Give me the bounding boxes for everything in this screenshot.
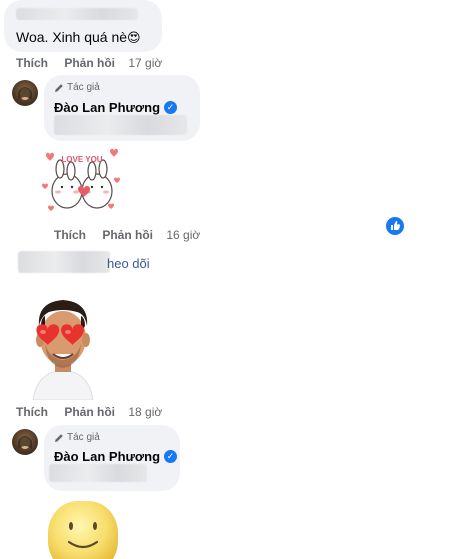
smiley-face-image bbox=[48, 501, 118, 559]
author-avatar[interactable] bbox=[12, 429, 38, 455]
comment-text-content: Woa. Xinh quá nè bbox=[16, 29, 128, 45]
reply-button[interactable]: Phản hồi bbox=[64, 405, 115, 419]
comment-actions: Thích Phản hồi 17 giờ bbox=[16, 56, 162, 70]
comment2-actions: Thích Phản hồi 18 giờ bbox=[16, 405, 162, 419]
verified-badge-icon: ✓ bbox=[164, 101, 178, 114]
author-name-label[interactable]: Đào Lan Phương bbox=[54, 449, 160, 464]
avatar-portrait bbox=[18, 87, 32, 100]
author-avatar[interactable] bbox=[12, 80, 38, 106]
like-button[interactable]: Thích bbox=[16, 56, 48, 70]
heart-eyes-emoji: 😍 bbox=[127, 30, 141, 45]
pencil-icon bbox=[55, 433, 63, 442]
sticker-text: LOVE YOU bbox=[61, 155, 102, 164]
author-tag: Tác giả bbox=[54, 82, 100, 93]
author-tag-label: Tác giả bbox=[67, 82, 100, 93]
author-tag-label: Tác giả bbox=[67, 432, 100, 443]
blurred-commenter-name bbox=[16, 8, 138, 20]
blurred-commenter-text bbox=[18, 251, 110, 273]
memoji-heart-glasses-image bbox=[32, 300, 94, 401]
reply-actions: Thích Phản hồi 16 giờ bbox=[54, 228, 200, 242]
follow-link[interactable]: heo dõi bbox=[107, 256, 150, 271]
like-button[interactable]: Thích bbox=[54, 228, 86, 242]
avatar-portrait bbox=[18, 436, 32, 449]
reply-button[interactable]: Phản hồi bbox=[102, 228, 153, 242]
bunnies-sticker-image: LOVE YOU bbox=[42, 148, 120, 211]
follow-link-label[interactable]: heo dõi bbox=[107, 256, 150, 271]
reply-button[interactable]: Phản hồi bbox=[64, 56, 115, 70]
smiley-sticker[interactable] bbox=[45, 498, 121, 559]
author-tag: Tác giả bbox=[54, 432, 100, 443]
timestamp[interactable]: 16 giờ bbox=[166, 228, 200, 242]
timestamp[interactable]: 18 giờ bbox=[128, 405, 162, 419]
like-button[interactable]: Thích bbox=[16, 405, 48, 419]
like-reaction-icon[interactable] bbox=[386, 217, 404, 235]
thumbs-up-icon bbox=[391, 221, 401, 230]
blurred-reply-text bbox=[54, 115, 187, 135]
love-you-sticker[interactable]: LOVE YOU bbox=[40, 145, 124, 221]
author-name[interactable]: Đào Lan Phương ✓ bbox=[54, 100, 178, 115]
verified-badge-icon: ✓ bbox=[164, 450, 178, 463]
timestamp[interactable]: 17 giờ bbox=[128, 56, 162, 70]
pencil-icon bbox=[55, 83, 63, 92]
author-name[interactable]: Đào Lan Phương ✓ bbox=[54, 449, 178, 464]
heart-eyes-avatar-sticker[interactable] bbox=[27, 292, 99, 401]
comment-text: Woa. Xinh quá nè😍 bbox=[16, 29, 141, 46]
author-name-label[interactable]: Đào Lan Phương bbox=[54, 100, 160, 115]
blurred-reply-text bbox=[49, 464, 147, 482]
